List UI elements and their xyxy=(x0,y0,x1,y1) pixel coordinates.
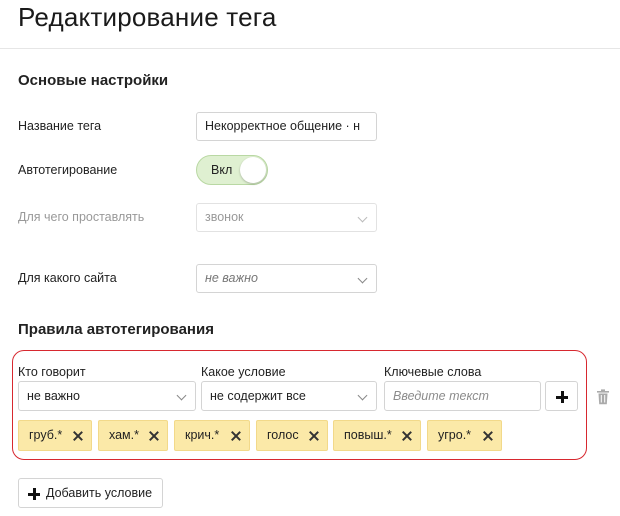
site-label: Для какого сайта xyxy=(18,271,117,285)
keyword-chip-label: голос xyxy=(267,428,299,442)
close-icon[interactable] xyxy=(149,431,159,441)
keyword-chip: хам.* xyxy=(98,420,168,451)
close-icon[interactable] xyxy=(483,431,493,441)
add-condition-label: Добавить условие xyxy=(46,486,153,500)
autotag-toggle[interactable]: Вкл xyxy=(196,155,268,185)
autotag-rules-title: Правила автотегирования xyxy=(18,321,214,338)
chevron-down-icon xyxy=(176,390,187,401)
apply-to-value: звонок xyxy=(205,210,244,224)
close-icon[interactable] xyxy=(309,431,319,441)
keyword-input[interactable]: Введите текст xyxy=(384,381,541,411)
speaker-select[interactable]: не важно xyxy=(18,381,196,411)
add-keyword-button[interactable] xyxy=(545,381,578,411)
keyword-chip: груб.* xyxy=(18,420,92,451)
close-icon[interactable] xyxy=(402,431,412,441)
apply-to-label: Для чего проставлять xyxy=(18,210,145,224)
keyword-chip: повыш.* xyxy=(333,420,421,451)
condition-column-header: Какое условие xyxy=(201,365,286,379)
tag-name-label: Название тега xyxy=(18,119,102,133)
keywords-column-header: Ключевые слова xyxy=(384,365,482,379)
keyword-chip-label: хам.* xyxy=(109,428,139,442)
chevron-down-icon xyxy=(357,273,368,284)
keyword-chip-label: груб.* xyxy=(29,428,63,442)
keyword-chip-label: крич.* xyxy=(185,428,220,442)
title-divider xyxy=(0,48,620,49)
keyword-chip: голос xyxy=(256,420,328,451)
keyword-chip: угро.* xyxy=(427,420,502,451)
chevron-down-icon xyxy=(357,212,368,223)
site-value: не важно xyxy=(205,271,258,285)
toggle-knob xyxy=(240,157,266,183)
keyword-chip: крич.* xyxy=(174,420,250,451)
add-condition-button[interactable]: Добавить условие xyxy=(18,478,163,508)
page-title: Редактирование тега xyxy=(18,2,277,32)
close-icon[interactable] xyxy=(73,431,83,441)
close-icon[interactable] xyxy=(231,431,241,441)
chevron-down-icon xyxy=(357,390,368,401)
speaker-value: не важно xyxy=(27,389,80,403)
autotag-label: Автотегирование xyxy=(18,163,118,177)
speaker-column-header: Кто говорит xyxy=(18,365,86,379)
autotag-toggle-label: Вкл xyxy=(211,163,233,177)
keyword-chip-label: угро.* xyxy=(438,428,472,442)
tag-name-input[interactable]: Некорректное общение · н xyxy=(196,112,377,141)
condition-select[interactable]: не содержит все xyxy=(201,381,377,411)
keyword-chip-label: повыш.* xyxy=(344,428,392,442)
trash-icon[interactable] xyxy=(596,389,610,405)
apply-to-select: звонок xyxy=(196,203,377,232)
site-select[interactable]: не важно xyxy=(196,264,377,293)
condition-value: не содержит все xyxy=(210,389,306,403)
basic-settings-title: Основые настройки xyxy=(18,72,169,89)
keyword-placeholder: Введите текст xyxy=(393,389,489,403)
